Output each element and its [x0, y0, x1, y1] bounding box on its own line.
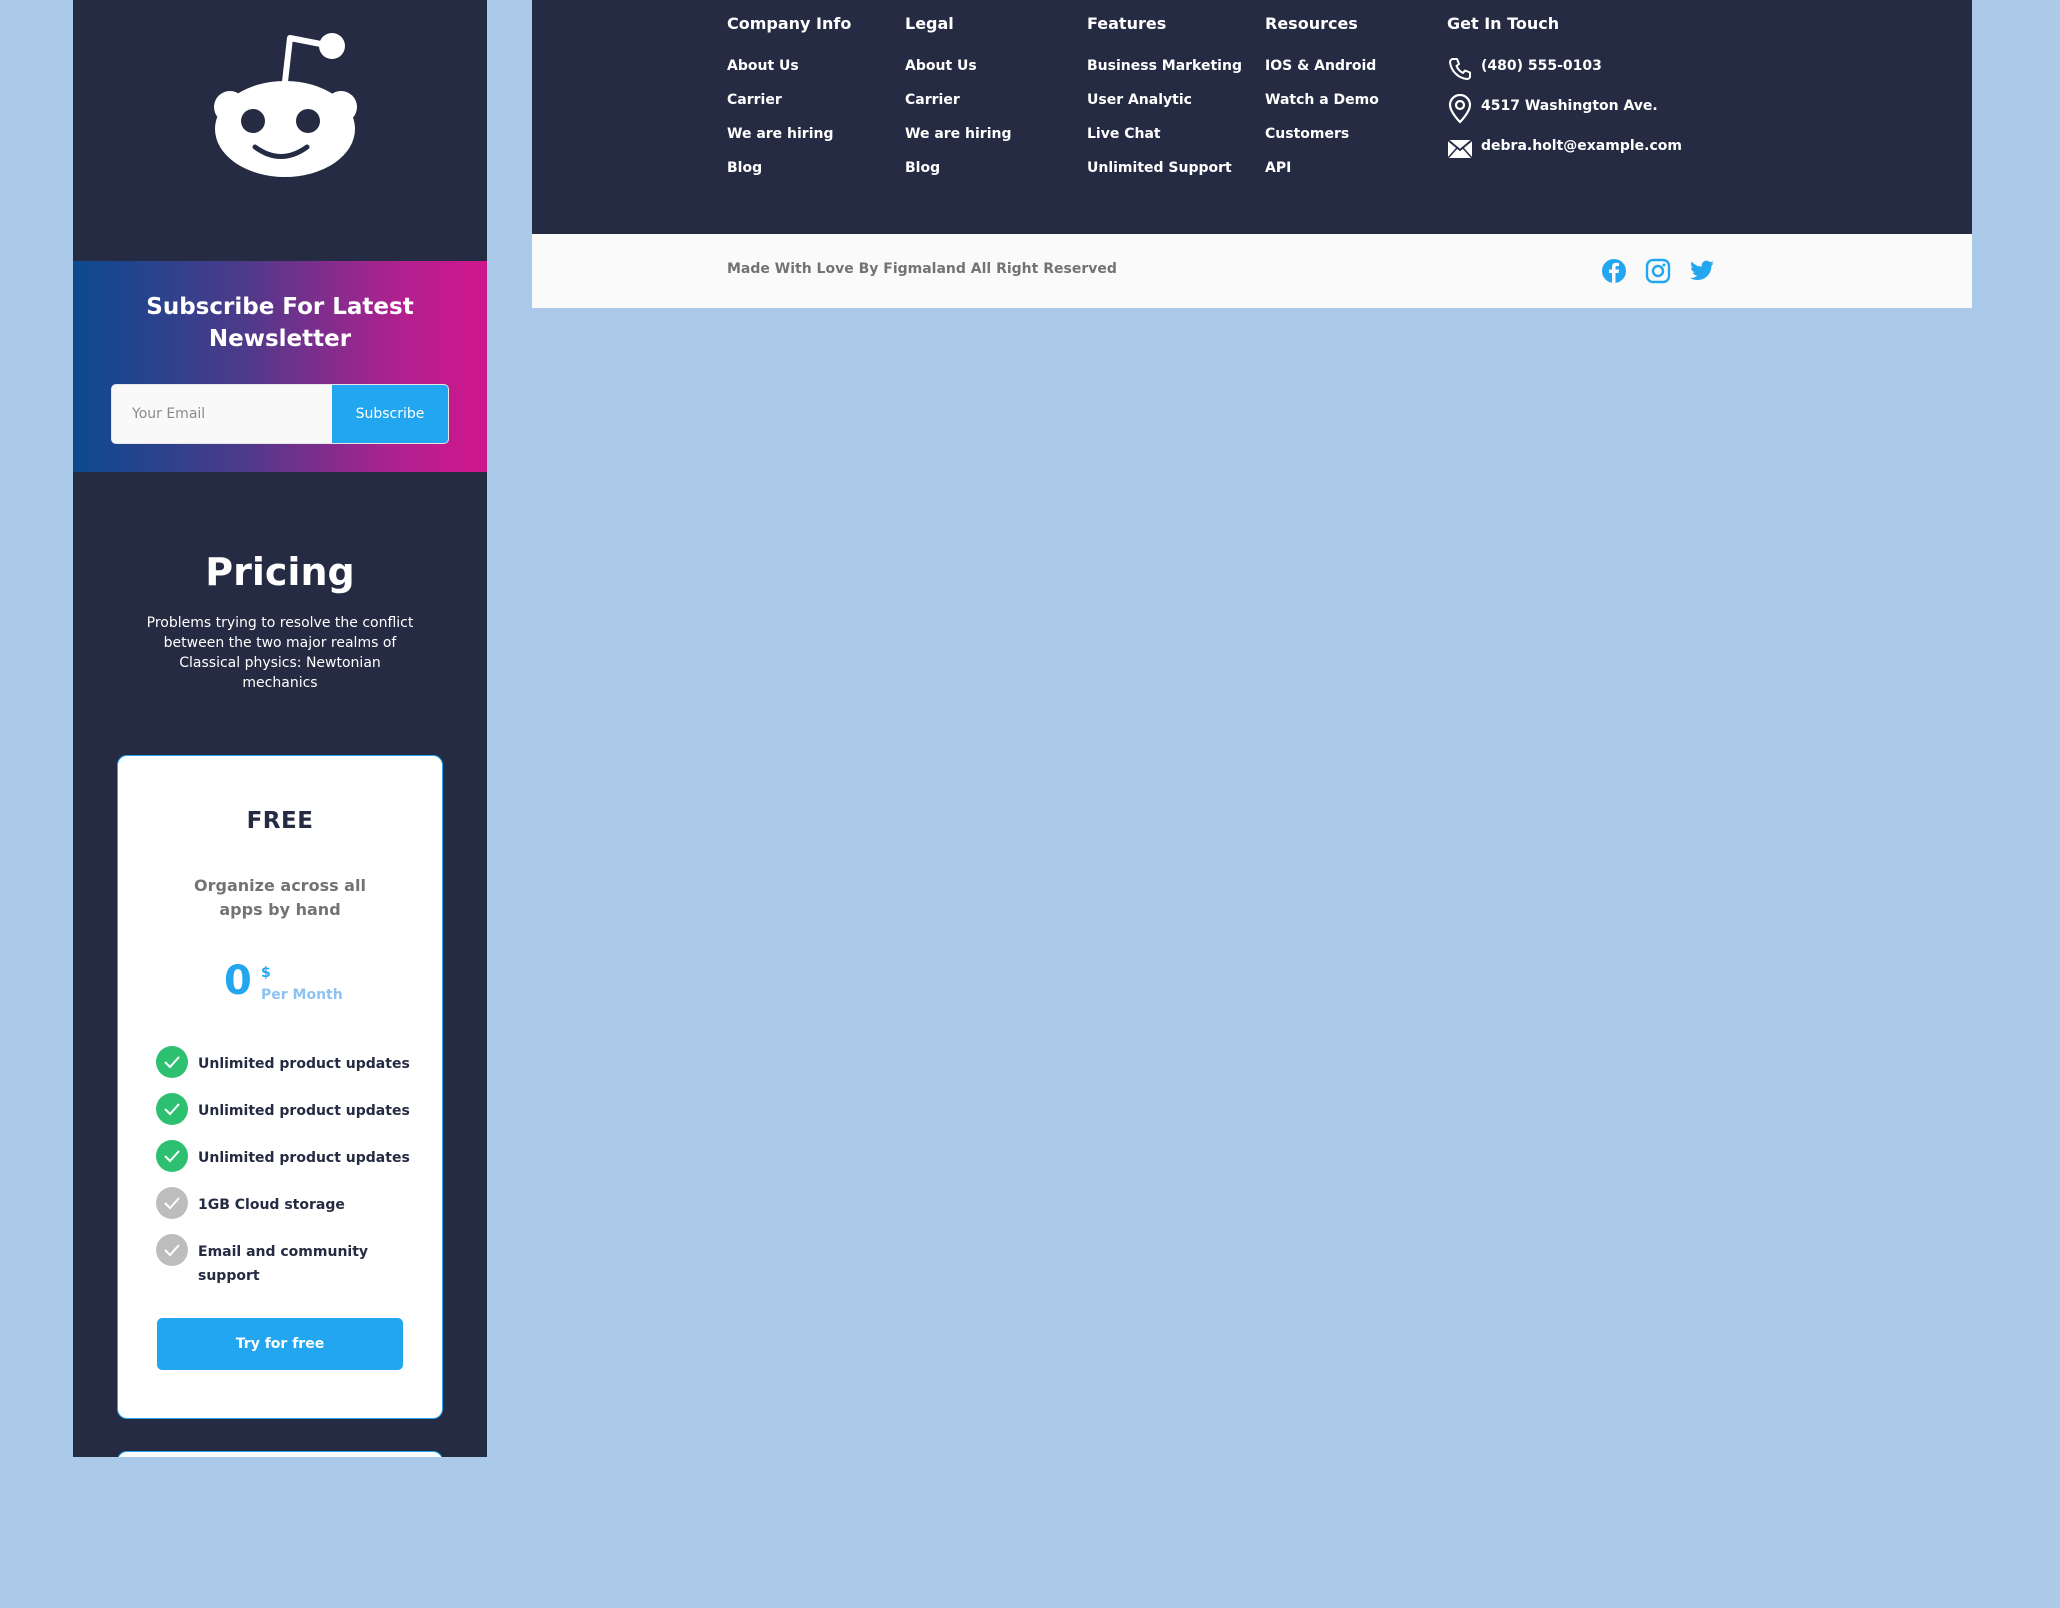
copyright-text: Made With Love By Figmaland All Right Re… — [727, 261, 1117, 277]
feature-text: Unlimited product updates — [198, 1150, 410, 1166]
phone-icon — [1449, 58, 1471, 80]
pricing-card-next — [117, 1451, 443, 1457]
newsletter-title: Subscribe For Latest Newsletter — [146, 294, 414, 352]
facebook-icon[interactable] — [1601, 258, 1627, 284]
footer-column-title: Legal — [905, 14, 954, 33]
check-icon — [156, 1093, 188, 1125]
footer-link[interactable]: Business Marketing — [1087, 58, 1242, 74]
contact-address-text: 4517 Washington Ave. — [1481, 98, 1658, 114]
footer-column-title: Company Info — [727, 14, 852, 33]
feature-text: 1GB Cloud storage — [198, 1197, 345, 1213]
footer-link[interactable]: Blog — [727, 160, 762, 176]
check-icon — [156, 1140, 188, 1172]
subscribe-button[interactable]: Subscribe — [332, 385, 448, 443]
newsletter-section: Subscribe For Latest Newsletter Subscrib… — [73, 261, 487, 472]
reddit-alien-icon — [214, 33, 357, 177]
pricing-description: Problems trying to resolve the conflict … — [146, 615, 414, 691]
feature-text: Unlimited product updates — [198, 1103, 410, 1119]
check-icon — [156, 1046, 188, 1078]
contact-email-text: debra.holt@example.com — [1481, 138, 1682, 154]
plan-name: FREE — [246, 808, 314, 834]
location-pin-icon — [1448, 94, 1472, 124]
plan-tagline: Organize across all apps by hand — [194, 876, 366, 919]
plan-currency: $ — [261, 965, 271, 981]
footer-bottom: Made With Love By Figmaland All Right Re… — [532, 234, 1972, 308]
contact-phone-text: (480) 555-0103 — [1481, 58, 1602, 74]
footer-link[interactable]: We are hiring — [727, 126, 834, 142]
footer-link[interactable]: About Us — [727, 58, 799, 74]
mascot-logo — [73, 0, 487, 261]
mail-icon — [1447, 139, 1473, 159]
plan-price: 0 — [224, 958, 252, 1004]
twitter-icon[interactable] — [1689, 258, 1715, 284]
footer-link[interactable]: We are hiring — [905, 126, 1012, 142]
check-icon — [156, 1187, 188, 1219]
footer-column-title: Features — [1087, 14, 1167, 33]
mobile-preview-panel: Subscribe For Latest Newsletter Subscrib… — [73, 0, 487, 1457]
footer-column-title: Resources — [1265, 14, 1358, 33]
plan-period: Per Month — [261, 987, 343, 1003]
footer-top: Company Info About Us Carrier We are hir… — [532, 0, 1972, 234]
check-icon — [156, 1234, 188, 1266]
footer-link[interactable]: Carrier — [905, 92, 960, 108]
footer-link[interactable]: API — [1265, 160, 1291, 176]
feature-text: Unlimited product updates — [198, 1056, 410, 1072]
email-input[interactable] — [112, 385, 332, 443]
pricing-card-free: FREE Organize across all apps by hand 0 … — [117, 755, 443, 1419]
try-for-free-button[interactable]: Try for free — [157, 1318, 403, 1370]
footer-link[interactable]: Unlimited Support — [1087, 160, 1232, 176]
footer-link[interactable]: IOS & Android — [1265, 58, 1376, 74]
footer-link[interactable]: Watch a Demo — [1265, 92, 1379, 108]
footer-link[interactable]: About Us — [905, 58, 977, 74]
footer-column-title: Get In Touch — [1447, 14, 1560, 33]
footer-link[interactable]: Blog — [905, 160, 940, 176]
footer-link[interactable]: Carrier — [727, 92, 782, 108]
instagram-icon[interactable] — [1645, 258, 1671, 284]
footer-link[interactable]: Customers — [1265, 126, 1349, 142]
pricing-title: Pricing — [205, 550, 355, 594]
footer-link[interactable]: Live Chat — [1087, 126, 1161, 142]
newsletter-form: Subscribe — [111, 384, 449, 444]
footer-link[interactable]: User Analytic — [1087, 92, 1192, 108]
feature-text: Email and community support — [198, 1244, 369, 1284]
